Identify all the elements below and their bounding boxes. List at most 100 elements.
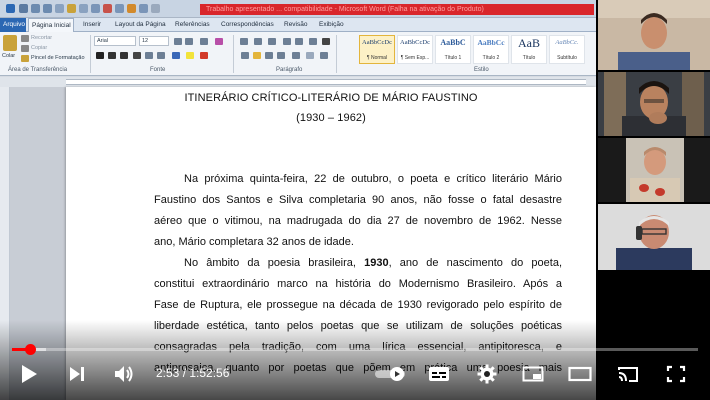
increase-indent-icon[interactable] xyxy=(295,38,303,45)
bold-icon[interactable] xyxy=(96,52,104,59)
styles-group-label: Estilo xyxy=(474,67,489,73)
document-subtitle: (1930 – 1962) xyxy=(296,112,366,124)
paste-button[interactable]: Colar xyxy=(2,53,15,59)
undo-icon[interactable] xyxy=(31,4,40,13)
tab-file[interactable]: Arquivo xyxy=(0,18,26,32)
cut-button[interactable]: Recortar xyxy=(31,35,52,41)
fullscreen-button[interactable] xyxy=(662,360,690,388)
shading-icon[interactable] xyxy=(306,52,314,59)
clear-format-icon[interactable] xyxy=(215,38,223,45)
underline-icon[interactable] xyxy=(120,52,128,59)
format-painter-button[interactable]: Pincel de Formatação xyxy=(31,55,85,61)
shrink-font-icon[interactable] xyxy=(185,38,193,45)
numbering-icon[interactable] xyxy=(254,38,262,45)
participant-4-video[interactable] xyxy=(598,204,710,270)
document-area[interactable]: ITINERÁRIO CRÍTICO-LITERÁRIO DE MÁRIO FA… xyxy=(10,87,596,400)
align-left-icon[interactable] xyxy=(241,52,249,59)
next-button[interactable] xyxy=(64,360,90,388)
redo-icon[interactable] xyxy=(43,4,52,13)
justify-icon[interactable] xyxy=(277,52,285,59)
bold-year: 1930 xyxy=(364,257,389,269)
style-heading-2[interactable]: AaBbCc Título 2 xyxy=(473,35,509,64)
table-icon[interactable] xyxy=(115,4,124,13)
font-name-dropdown[interactable]: Arial xyxy=(94,36,136,46)
scrubber-handle[interactable] xyxy=(24,344,36,355)
volume-button[interactable] xyxy=(110,360,138,388)
align-right-icon[interactable] xyxy=(265,52,273,59)
style-title[interactable]: AaB Título xyxy=(511,35,547,64)
tab-references[interactable]: Referências xyxy=(172,18,213,32)
align-center-icon[interactable] xyxy=(253,52,261,59)
grow-font-icon[interactable] xyxy=(174,38,182,45)
tab-review[interactable]: Revisão xyxy=(281,18,310,32)
participant-1-video[interactable] xyxy=(598,0,710,70)
multilevel-list-icon[interactable] xyxy=(268,38,276,45)
miniplayer-button[interactable] xyxy=(520,360,546,388)
format-painter-icon xyxy=(21,55,29,62)
paste-icon[interactable] xyxy=(3,35,17,51)
subtitles-button[interactable] xyxy=(426,360,452,388)
subtitles-icon xyxy=(429,367,449,381)
tab-insert[interactable]: Inserir xyxy=(80,18,104,32)
tab-mailings[interactable]: Correspondências xyxy=(218,18,277,32)
italic-icon[interactable] xyxy=(108,52,116,59)
style-normal[interactable]: AaBbCcDc ¶ Normal xyxy=(359,35,395,64)
style-sample: AaBbC xyxy=(440,38,466,47)
text-run: No âmbito da poesia brasileira, xyxy=(184,257,365,269)
strikethrough-icon[interactable] xyxy=(133,52,141,59)
borders-icon[interactable] xyxy=(320,52,328,59)
style-heading-1[interactable]: AaBbC Título 1 xyxy=(435,35,471,64)
show-marks-icon[interactable] xyxy=(322,38,330,45)
format-icon[interactable] xyxy=(139,4,148,13)
sort-icon[interactable] xyxy=(309,38,317,45)
tab-view[interactable]: Exibição xyxy=(316,18,347,32)
cast-icon xyxy=(618,367,638,382)
save-icon[interactable] xyxy=(19,4,28,13)
change-case-icon[interactable] xyxy=(200,38,208,45)
autoplay-toggle[interactable] xyxy=(374,360,408,388)
style-sample: AaBbCc xyxy=(477,38,505,47)
open-folder-icon[interactable] xyxy=(67,4,76,13)
tab-home[interactable]: Página Inicial xyxy=(28,18,74,32)
text-effects-icon[interactable] xyxy=(172,52,180,59)
participant-1-avatar xyxy=(598,0,710,70)
play-button[interactable] xyxy=(16,360,42,388)
spelling-icon[interactable] xyxy=(103,4,112,13)
line-spacing-icon[interactable] xyxy=(292,52,300,59)
decrease-indent-icon[interactable] xyxy=(283,38,291,45)
clipboard-group-label: Área de Transferência xyxy=(8,67,68,73)
style-no-spacing[interactable]: AaBbCcDc ¶ Sem Esp... xyxy=(397,35,433,64)
paragraph-line: ano, Mário completara 32 anos de idade. xyxy=(154,236,354,248)
cast-button[interactable] xyxy=(614,360,642,388)
bullets-icon[interactable] xyxy=(240,38,248,45)
progress-bar[interactable] xyxy=(12,344,698,355)
print-icon[interactable] xyxy=(91,4,100,13)
font-size-dropdown[interactable]: 12 xyxy=(139,36,169,46)
font-color-icon[interactable] xyxy=(200,52,208,59)
new-doc-icon[interactable] xyxy=(55,4,64,13)
volume-icon xyxy=(115,366,133,382)
highlight-icon[interactable] xyxy=(186,52,194,59)
participant-2-video[interactable] xyxy=(598,72,710,136)
copy-button[interactable]: Copiar xyxy=(31,45,47,51)
customize-qat-icon[interactable] xyxy=(151,4,160,13)
print-preview-icon[interactable] xyxy=(79,4,88,13)
superscript-icon[interactable] xyxy=(157,52,165,59)
picture-icon[interactable] xyxy=(127,4,136,13)
paragraph-line: Na próxima quinta-feira, 22 de outubro, … xyxy=(184,173,562,185)
word-app-icon[interactable] xyxy=(6,4,15,13)
ribbon-separator xyxy=(90,35,91,73)
subscript-icon[interactable] xyxy=(145,52,153,59)
document-page[interactable]: ITINERÁRIO CRÍTICO-LITERÁRIO DE MÁRIO FA… xyxy=(66,87,596,400)
theater-mode-button[interactable] xyxy=(566,360,594,388)
participant-3-video[interactable] xyxy=(598,138,710,202)
style-subtitle[interactable]: AaBbCc. Subtítulo xyxy=(549,35,585,64)
play-icon xyxy=(22,365,37,383)
settings-button[interactable] xyxy=(474,360,500,388)
tab-page-layout[interactable]: Layout da Página xyxy=(112,18,169,32)
copy-icon xyxy=(21,45,29,52)
paragraph-line: aéreo que o vitimou, na madrugada do dia… xyxy=(154,215,562,227)
style-name: Título 2 xyxy=(482,55,500,61)
style-sample: AaBbCcDc xyxy=(400,39,430,46)
document-title: ITINERÁRIO CRÍTICO-LITERÁRIO DE MÁRIO FA… xyxy=(184,92,478,104)
